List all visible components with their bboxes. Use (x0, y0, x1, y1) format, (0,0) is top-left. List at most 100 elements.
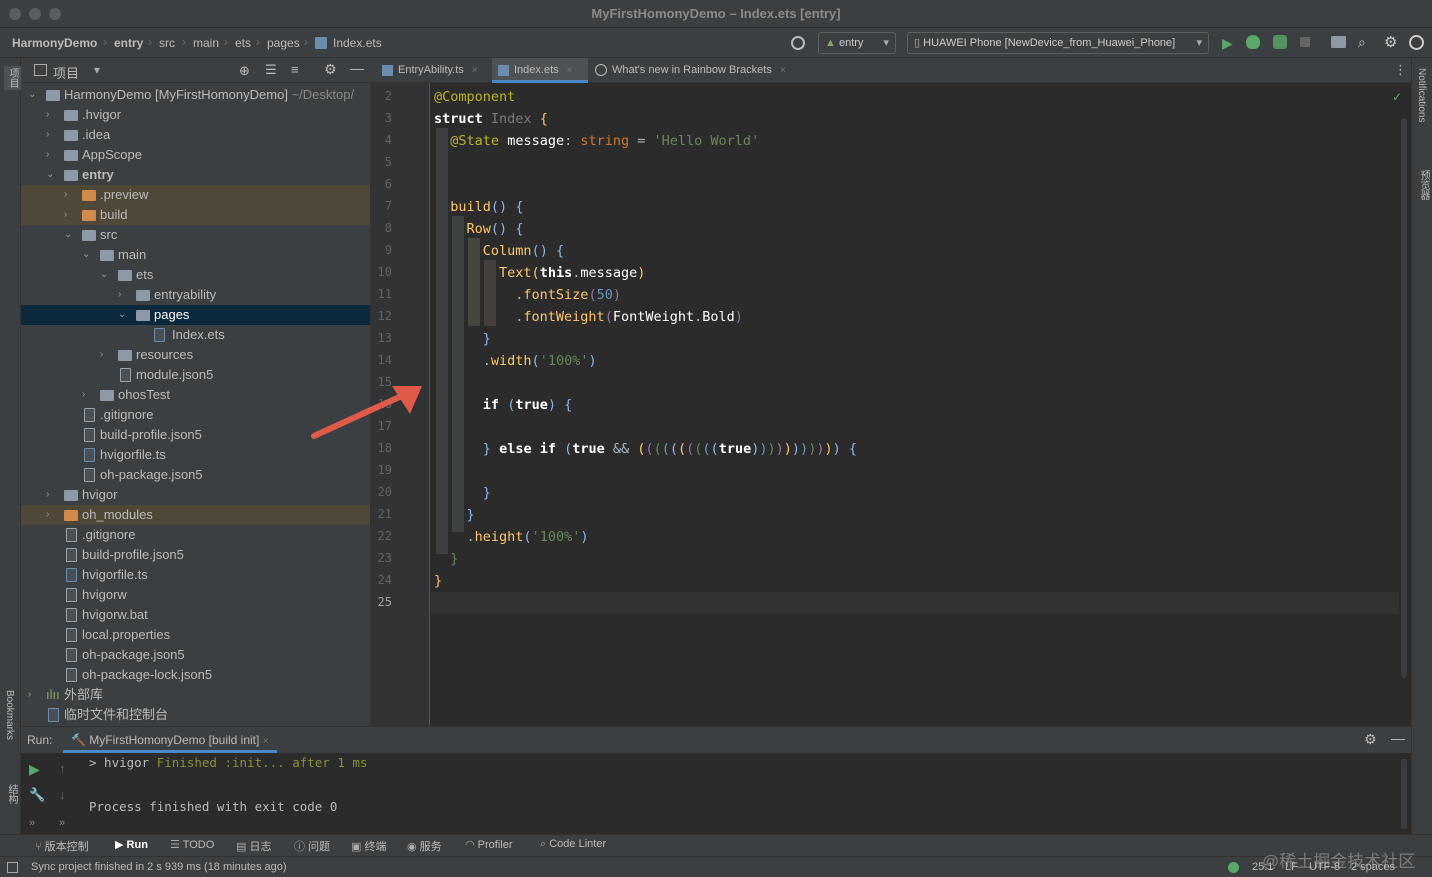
tree-node-scratches[interactable]: 临时文件和控制台 (21, 705, 370, 725)
code-line-12[interactable]: .fontWeight(FontWeight.Bold) (434, 306, 743, 328)
run-config-tab[interactable]: 🔨 MyFirstHomonyDemo [build init] × (63, 727, 277, 753)
zoom-window-button[interactable] (49, 8, 61, 20)
tree-node-index-ets[interactable]: Index.ets (21, 325, 370, 345)
code-line-14[interactable]: .width('100%') (434, 350, 597, 372)
code-line-2[interactable]: @Component (434, 86, 515, 108)
structure-tool-tab[interactable]: 结构 (4, 784, 19, 804)
more-actions-icon[interactable]: » (29, 817, 35, 829)
tree-node-main[interactable]: ⌄ main (21, 245, 370, 265)
stop-icon[interactable] (1300, 37, 1310, 47)
wrench-icon[interactable]: 🔧 (29, 787, 45, 803)
tree-node-hvigorw-bat[interactable]: hvigorw.bat (21, 605, 370, 625)
tree-node-appscope[interactable]: › AppScope (21, 145, 370, 165)
code-line-20[interactable]: } (434, 482, 491, 504)
expand-all-icon[interactable]: ☰ (265, 62, 277, 78)
tool-services[interactable]: ◉ 服务 (407, 838, 442, 854)
tree-node-hvigor[interactable]: › hvigor (21, 485, 370, 505)
breadcrumb-main[interactable]: main (193, 36, 219, 50)
editor-scrollbar[interactable] (1401, 118, 1407, 678)
code-line-10[interactable]: Text(this.message) (434, 262, 645, 284)
tab-whats-new[interactable]: What's new in Rainbow Brackets × (590, 58, 794, 83)
panel-settings-icon[interactable]: ⚙ (324, 61, 337, 78)
chevron-down-icon[interactable]: ▾ (94, 63, 100, 77)
tool-terminal[interactable]: ▣ 终端 (351, 838, 386, 854)
tab-menu-icon[interactable]: ⋮ (1394, 62, 1407, 78)
tree-node-oh-package-lock[interactable]: oh-package-lock.json5 (21, 665, 370, 685)
project-structure-icon[interactable] (1331, 36, 1346, 48)
breadcrumb-file[interactable]: Index.ets (333, 36, 382, 50)
run-settings-icon[interactable]: ⚙ (1364, 731, 1377, 748)
locate-file-icon[interactable]: ⊕ (239, 63, 250, 79)
project-panel-title[interactable]: 项目 (53, 63, 79, 82)
notifications-tool-tab[interactable]: Notifications (1416, 68, 1427, 122)
tree-node-root[interactable]: ⌄ HarmonyDemo [MyFirstHomonyDemo] ~/Desk… (21, 85, 370, 105)
tree-node-hvigorw[interactable]: hvigorw (21, 585, 370, 605)
code-line-24[interactable]: } (434, 570, 442, 592)
tool-version-control[interactable]: ⑂ 版本控制 (35, 838, 89, 854)
tree-node-build[interactable]: › build (21, 205, 370, 225)
run-icon[interactable]: ▶ (1222, 35, 1233, 52)
code-line-16[interactable]: if (true) { (434, 394, 572, 416)
close-window-button[interactable] (9, 8, 21, 20)
module-selector[interactable]: ▲ entry ▾ (818, 32, 896, 54)
breadcrumb-src[interactable]: src (159, 36, 175, 50)
tree-node-resources[interactable]: › resources (21, 345, 370, 365)
tree-node-idea[interactable]: › .idea (21, 125, 370, 145)
settings-icon[interactable]: ⚙ (1384, 33, 1397, 51)
tree-node-oh-modules[interactable]: › oh_modules (21, 505, 370, 525)
code-line-7[interactable]: build() { (434, 196, 523, 218)
tree-node-src[interactable]: ⌄ src (21, 225, 370, 245)
toggle-tool-windows-icon[interactable] (7, 862, 18, 873)
device-selector[interactable]: ▯ HUAWEI Phone [NewDevice_from_Huawei_Ph… (907, 32, 1209, 54)
tab-index-ets[interactable]: Index.ets × (492, 58, 588, 83)
code-line-11[interactable]: .fontSize(50) (434, 284, 621, 306)
debug-icon[interactable] (1246, 35, 1260, 49)
breadcrumb-module[interactable]: entry (114, 36, 143, 50)
search-icon[interactable]: ⌕ (1358, 34, 1366, 51)
breadcrumb-pages[interactable]: pages (267, 36, 300, 50)
tree-node-ets[interactable]: ⌄ ets (21, 265, 370, 285)
minimize-window-button[interactable] (29, 8, 41, 20)
status-message[interactable]: Sync project finished in 2 s 939 ms (18 … (31, 861, 287, 873)
inspection-ok-icon[interactable]: ✓ (1392, 90, 1402, 104)
tree-node-entryability[interactable]: › entryability (21, 285, 370, 305)
breadcrumb-ets[interactable]: ets (235, 36, 251, 50)
code-line-4[interactable]: @State message: string = 'Hello World' (434, 130, 759, 152)
run-scrollbar[interactable] (1401, 759, 1407, 829)
tree-node-oh-package[interactable]: oh-package.json5 (21, 645, 370, 665)
code-line-9[interactable]: Column() { (434, 240, 564, 262)
previewer-tool-tab[interactable]: 预览器 (1416, 170, 1431, 200)
scroll-up-icon[interactable]: ↑ (59, 761, 66, 776)
tree-node-local-properties[interactable]: local.properties (21, 625, 370, 645)
account-icon[interactable] (1409, 35, 1424, 50)
code-line-22[interactable]: .height('100%') (434, 526, 589, 548)
tool-todo[interactable]: ☰ TODO (170, 838, 214, 851)
breadcrumb-project[interactable]: HarmonyDemo (12, 36, 97, 50)
project-tool-tab[interactable]: 项目 (4, 66, 21, 90)
code-line-8[interactable]: Row() { (434, 218, 524, 240)
rerun-icon[interactable]: ▶ (29, 761, 40, 778)
tree-node-entry-oh-package[interactable]: oh-package.json5 (21, 465, 370, 485)
hide-run-panel-icon[interactable]: — (1391, 730, 1405, 746)
tree-node-preview[interactable]: › .preview (21, 185, 370, 205)
tab-entryability[interactable]: EntryAbility.ts × (376, 58, 488, 83)
attach-debugger-icon[interactable] (1273, 35, 1287, 49)
collapse-all-icon[interactable]: ≡ (291, 62, 299, 77)
code-line-3[interactable]: struct Index { (434, 108, 548, 130)
tool-problems[interactable]: ⓘ 问题 (294, 838, 330, 854)
bookmarks-tool-tab[interactable]: Bookmarks (4, 690, 15, 740)
tree-node-build-profile[interactable]: build-profile.json5 (21, 545, 370, 565)
code-line-13[interactable]: } (434, 328, 491, 350)
status-indicator-icon[interactable] (1228, 862, 1239, 873)
hide-panel-icon[interactable]: — (350, 60, 364, 76)
tree-node-external-libraries[interactable]: › ılıı 外部库 (21, 685, 370, 705)
target-icon[interactable] (791, 36, 805, 50)
code-line-18[interactable]: } else if (true && ((((((((((true)))))))… (434, 438, 857, 460)
tool-code-linter[interactable]: ⌕ Code Linter (540, 838, 606, 851)
tree-node-entry[interactable]: ⌄ entry (21, 165, 370, 185)
tree-node-entry-hvigorfile[interactable]: hvigorfile.ts (21, 445, 370, 465)
tree-node-gitignore[interactable]: .gitignore (21, 525, 370, 545)
tool-profiler[interactable]: ◠ Profiler (465, 838, 513, 851)
tool-run[interactable]: ▶ Run (115, 838, 148, 851)
tree-node-hvigor-dir[interactable]: › .hvigor (21, 105, 370, 125)
